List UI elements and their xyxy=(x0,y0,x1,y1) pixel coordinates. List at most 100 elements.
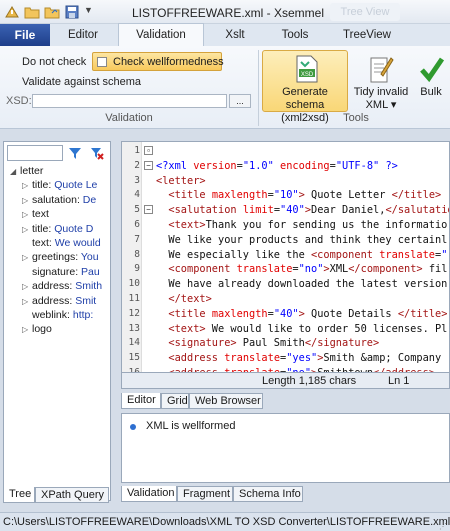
line-number: 10 xyxy=(128,278,140,290)
tree-node[interactable]: ▷ address: Smit xyxy=(22,294,96,309)
xsd-browse-button[interactable]: ... xyxy=(229,94,251,108)
xml-editor[interactable]: 1 2 3 4 5 6 7 8 9 10 11 12 13 14 15 16 ▫ − − <?xml vers… xyxy=(121,141,450,373)
quick-access-dropdown-icon[interactable]: ▼ xyxy=(84,5,93,15)
tree-node-label: signature: xyxy=(32,265,82,278)
filter-icon[interactable] xyxy=(68,146,82,160)
expand-arrow-icon[interactable]: ▷ xyxy=(22,208,32,222)
line-number: 1 xyxy=(134,145,140,156)
svg-text:XSD: XSD xyxy=(301,72,314,78)
tree-search-input[interactable] xyxy=(7,145,63,161)
generate-schema-button[interactable]: XSD Generate schema (xml2xsd) xyxy=(262,50,348,124)
tab-editor[interactable]: Editor xyxy=(52,24,114,46)
line-number: 4 xyxy=(134,189,140,201)
tree-node-label: greetings: xyxy=(32,251,81,264)
expand-arrow-icon[interactable]: ▷ xyxy=(22,251,32,265)
tree-node[interactable]: signature: Pau xyxy=(22,265,100,279)
tab-web-browser[interactable]: Web Browser xyxy=(189,393,263,409)
validation-message: XML is wellformed xyxy=(146,420,236,432)
document-length: Length 1,185 chars xyxy=(262,375,357,387)
resize-grip-icon[interactable]: ⋰ xyxy=(439,518,447,531)
tree-node[interactable]: weblink: http: xyxy=(22,308,93,322)
line-number: 13 xyxy=(128,322,140,334)
window-title: LISTOFFREEWARE.xml - Xsemmel xyxy=(132,6,325,20)
tree-panel: ◢ letter ▷ title: Quote Le ▷ salutation: De ▷ t… xyxy=(3,141,111,501)
expand-arrow-icon[interactable]: ▷ xyxy=(22,280,32,294)
tree-node[interactable]: ▷ title: Quote D xyxy=(22,222,93,237)
line-number: 6 xyxy=(134,219,140,230)
save-icon[interactable] xyxy=(64,4,80,20)
tree-node[interactable]: ▷ title: Quote Le xyxy=(22,178,97,193)
tree-node-label: logo xyxy=(32,323,52,336)
tab-fragment[interactable]: Fragment xyxy=(177,486,233,502)
tree-node-label: address: xyxy=(32,280,76,293)
tree-node-value: Quote Le xyxy=(54,179,98,192)
tree-node[interactable]: ◢ letter xyxy=(10,164,43,179)
tidy-invalid-xml-label: Tidy invalid XML ▾ xyxy=(353,86,409,111)
check-wellformedness-button[interactable]: Check wellformedness xyxy=(92,52,224,71)
file-path: C:\Users\LISTOFFREEWARE\Downloads\XML TO… xyxy=(3,516,450,528)
tab-xpath-query[interactable]: XPath Query xyxy=(35,487,109,503)
check-wellformedness-checkbox xyxy=(97,57,107,67)
tree-node[interactable]: text: We would xyxy=(22,236,101,250)
tree-node-label: title: xyxy=(32,179,55,192)
tree-node[interactable]: ▷ salutation: De xyxy=(22,193,96,208)
tree-node-value: Quote D xyxy=(54,222,94,235)
group-separator xyxy=(258,50,259,126)
expand-arrow-icon[interactable]: ▷ xyxy=(22,194,32,208)
contextual-tab-label: Tree View xyxy=(330,3,400,21)
tree-node[interactable]: ▷ text xyxy=(22,207,49,222)
editor-status-bar: Length 1,185 chars Ln 1 xyxy=(121,373,450,389)
tab-grid[interactable]: Grid xyxy=(161,393,189,409)
title-bar: ▼ LISTOFFREEWARE.xml - Xsemmel Tree View xyxy=(0,0,450,24)
tree-node-value: Smit xyxy=(75,294,97,307)
expand-arrow-icon[interactable]: ▷ xyxy=(22,295,32,309)
open-file-icon[interactable] xyxy=(44,4,60,20)
fold-toggle[interactable]: − xyxy=(144,205,153,214)
bullet-icon xyxy=(130,424,136,430)
tab-editor-view[interactable]: Editor xyxy=(121,393,161,409)
bulk-label: Bulk xyxy=(420,86,442,98)
tab-tree[interactable]: Tree xyxy=(3,487,35,503)
tree-node-label: address: xyxy=(32,294,76,307)
expand-arrow-icon[interactable]: ◢ xyxy=(10,165,20,179)
tree-node[interactable]: ▷ logo xyxy=(22,322,52,337)
validate-against-schema-option[interactable]: Validate against schema xyxy=(22,76,141,88)
xsd-path-input[interactable] xyxy=(32,94,227,108)
tab-validation-result[interactable]: Validation xyxy=(121,486,177,502)
expand-arrow-icon[interactable]: ▷ xyxy=(22,323,32,337)
app-icon xyxy=(5,6,19,18)
clear-filter-icon[interactable] xyxy=(90,146,104,160)
tree-node-label: salutation: xyxy=(32,193,83,206)
tab-schema-info[interactable]: Schema Info xyxy=(233,486,303,502)
tree-node[interactable]: ▷ address: Smith xyxy=(22,279,102,294)
tree-node-label: weblink: xyxy=(32,309,73,321)
xsd-document-icon: XSD xyxy=(296,55,318,83)
line-number: 8 xyxy=(134,248,140,260)
expand-arrow-icon[interactable]: ▷ xyxy=(22,179,32,193)
tree-node[interactable]: ▷ greetings: You xyxy=(22,250,99,265)
tree-node-value: You xyxy=(80,251,99,264)
validation-group-label: Validation xyxy=(105,112,153,124)
main-area: ◢ letter ▷ title: Quote Le ▷ salutation: De ▷ t… xyxy=(0,129,450,512)
do-not-check-option[interactable]: Do not check xyxy=(22,56,86,68)
expand-arrow-icon[interactable]: ▷ xyxy=(22,223,32,237)
code-lines: <?xml version="1.0" encoding="UTF-8" ?> … xyxy=(156,159,450,373)
line-number: 7 xyxy=(134,233,140,245)
ribbon-panel: Do not check Check wellformedness Valida… xyxy=(0,46,450,129)
open-folder-icon[interactable] xyxy=(24,4,40,20)
fold-toggle[interactable]: − xyxy=(144,161,153,170)
bulk-button[interactable]: Bulk xyxy=(414,50,448,112)
tab-xslt[interactable]: Xslt xyxy=(206,24,264,46)
xsd-label: XSD: xyxy=(6,95,32,107)
tab-treeview[interactable]: TreeView xyxy=(326,24,408,46)
line-number: 15 xyxy=(128,352,140,364)
tree-node-value: De xyxy=(82,193,97,206)
tidy-invalid-xml-button[interactable]: Tidy invalid XML ▾ xyxy=(350,50,412,112)
line-number: 2 xyxy=(134,159,140,171)
tab-file[interactable]: File xyxy=(0,24,50,46)
tab-tools[interactable]: Tools xyxy=(266,24,324,46)
tab-validation[interactable]: Validation xyxy=(118,23,204,46)
fold-toggle[interactable]: ▫ xyxy=(144,146,153,155)
tree-node-value: We would xyxy=(54,237,101,249)
line-number: 3 xyxy=(134,174,140,186)
